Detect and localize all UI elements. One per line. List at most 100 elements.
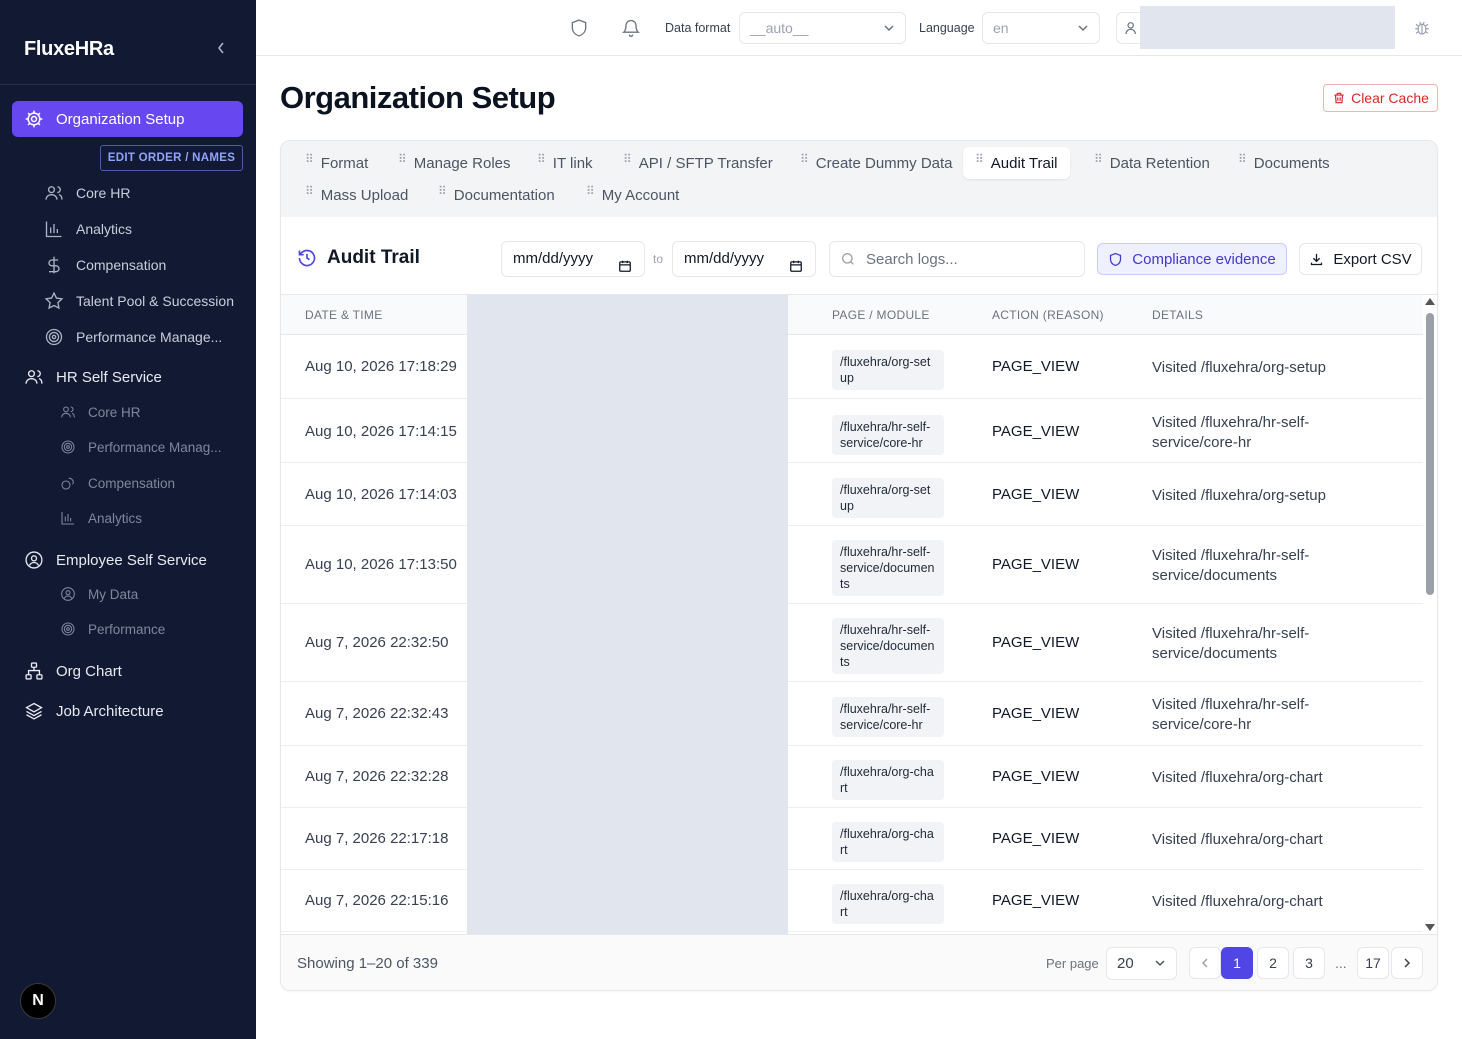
compliance-evidence-button[interactable]: Compliance evidence (1097, 243, 1287, 275)
drag-handle-icon[interactable]: ⠿ (1238, 152, 1247, 166)
page-button-17[interactable]: 17 (1357, 947, 1389, 979)
tab-documentation[interactable]: ⠿ Documentation (438, 179, 555, 211)
date-to-input[interactable]: mm/dd/yyyy (672, 241, 816, 277)
notifications-button[interactable] (621, 18, 641, 43)
tab-label: Manage Roles (413, 154, 511, 172)
scrollbar-thumb[interactable] (1426, 313, 1434, 595)
per-page-select[interactable]: 20 (1106, 947, 1177, 980)
sidebar-subitem-performance-ess[interactable]: Performance (60, 621, 165, 637)
clear-cache-button[interactable]: Clear Cache (1323, 84, 1438, 112)
shield-button[interactable] (569, 18, 589, 43)
column-header-details[interactable]: DETAILS (1152, 308, 1203, 322)
scroll-down-arrow[interactable] (1425, 924, 1435, 931)
page-button-3[interactable]: 3 (1293, 947, 1325, 979)
org-chart-icon (25, 662, 43, 680)
tab-data-retention[interactable]: ⠿ Data Retention (1094, 147, 1210, 179)
export-csv-label: Export CSV (1333, 250, 1412, 268)
sidebar-subitem-my-data[interactable]: My Data (60, 586, 138, 602)
data-format-label: Data format (665, 21, 731, 35)
sidebar-item-org-chart[interactable]: Org Chart (24, 661, 122, 681)
drag-handle-icon[interactable]: ⠿ (398, 152, 407, 166)
calendar-icon[interactable] (618, 252, 632, 286)
drag-handle-icon[interactable]: ⠿ (623, 152, 632, 166)
sidebar-item-analytics[interactable]: Analytics (44, 219, 132, 239)
sidebar-item-label: Performance Manage... (76, 329, 223, 345)
column-header-date[interactable]: DATE & TIME (305, 308, 383, 322)
sidebar-item-talent-pool[interactable]: Talent Pool & Succession (44, 291, 234, 311)
sidebar-item-label: Organization Setup (56, 110, 185, 128)
tab-mass-upload[interactable]: ⠿ Mass Upload (305, 179, 408, 211)
sidebar-item-core-hr[interactable]: Core HR (44, 183, 130, 203)
user-circle-icon (25, 551, 43, 569)
table-row[interactable]: Aug 10, 2026 17:13:50 /fluxehra/hr-self-… (281, 526, 1423, 604)
drag-handle-icon[interactable]: ⠿ (800, 152, 809, 166)
bell-icon (622, 19, 640, 37)
sidebar-subitem-core-hr[interactable]: Core HR (60, 404, 141, 420)
row-datetime: Aug 7, 2026 22:32:50 (305, 634, 449, 651)
language-select[interactable]: en (982, 12, 1100, 44)
sidebar-item-organization-setup[interactable]: Organization Setup (12, 101, 243, 137)
sidebar-item-compensation[interactable]: Compensation (44, 255, 166, 275)
table-row[interactable]: Aug 7, 2026 22:15:16 /fluxehra/org-chart… (281, 870, 1423, 932)
trash-icon (1334, 92, 1344, 104)
table-row[interactable]: Aug 10, 2026 17:18:29 /fluxehra/org-setu… (281, 336, 1423, 399)
search-logs-input[interactable]: Search logs... (829, 241, 1085, 277)
calendar-icon[interactable] (789, 252, 803, 286)
tab-manage-roles[interactable]: ⠿ Manage Roles (398, 147, 511, 179)
table-row[interactable]: Aug 10, 2026 17:14:03 /fluxehra/org-setu… (281, 463, 1423, 526)
sidebar-item-hr-self-service[interactable]: HR Self Service (24, 367, 162, 387)
table-footer: Showing 1–20 of 339 Per page 20 1 2 3 ..… (281, 934, 1437, 990)
table-row[interactable]: Aug 7, 2026 22:32:28 /fluxehra/org-chart… (281, 746, 1423, 808)
row-action: PAGE_VIEW (992, 768, 1080, 785)
table-row[interactable]: Aug 7, 2026 22:17:18 /fluxehra/org-chart… (281, 808, 1423, 870)
tab-audit-trail[interactable]: ⠿ Audit Trail (963, 147, 1070, 179)
drag-handle-icon[interactable]: ⠿ (975, 152, 984, 166)
prev-page-button[interactable] (1189, 947, 1221, 979)
chevron-left-icon (217, 42, 224, 54)
sidebar-subitem-performance[interactable]: Performance Manag... (60, 439, 222, 455)
edit-order-names-button[interactable]: EDIT ORDER / NAMES (100, 145, 243, 171)
sidebar-item-employee-self-service[interactable]: Employee Self Service (24, 550, 207, 570)
row-datetime: Aug 10, 2026 17:14:15 (305, 423, 457, 440)
gear-icon (25, 110, 43, 128)
date-from-input[interactable]: mm/dd/yyyy (501, 241, 645, 277)
sidebar-item-job-architecture[interactable]: Job Architecture (24, 701, 164, 721)
settings-tabs: ⠿ Format ⠿ Manage Roles ⠿ IT link ⠿ API / SF… (281, 141, 1437, 217)
tab-label: Create Dummy Data (815, 154, 953, 172)
table-row[interactable]: Aug 7, 2026 22:32:43 /fluxehra/hr-self-s… (281, 682, 1423, 746)
table-row[interactable]: Aug 10, 2026 17:14:15 /fluxehra/hr-self-… (281, 399, 1423, 463)
table-row[interactable]: Aug 7, 2026 22:32:50 /fluxehra/hr-self-s… (281, 604, 1423, 682)
drag-handle-icon[interactable]: ⠿ (586, 184, 595, 198)
page-button-1[interactable]: 1 (1221, 947, 1253, 979)
drag-handle-icon[interactable]: ⠿ (305, 152, 314, 166)
sidebar-subitem-compensation[interactable]: Compensation (60, 475, 175, 491)
sidebar-item-label: Compensation (76, 257, 167, 273)
drag-handle-icon[interactable]: ⠿ (1094, 152, 1103, 166)
dev-indicator-badge[interactable]: N (20, 983, 56, 1019)
export-csv-button[interactable]: Export CSV (1299, 243, 1422, 275)
tab-api-sftp-transfer[interactable]: ⠿ API / SFTP Transfer (623, 147, 773, 179)
debug-button[interactable] (1413, 19, 1431, 42)
collapse-sidebar-button[interactable] (212, 40, 230, 58)
tab-my-account[interactable]: ⠿ My Account (586, 179, 679, 211)
redacted-user-info (1140, 6, 1395, 49)
users-icon (45, 186, 63, 200)
column-header-action[interactable]: ACTION (REASON) (992, 308, 1104, 322)
data-format-select[interactable]: __auto__ (739, 12, 906, 44)
sidebar-item-label: Talent Pool & Succession (76, 293, 234, 309)
scroll-up-arrow[interactable] (1425, 298, 1435, 305)
tab-create-dummy-data[interactable]: ⠿ Create Dummy Data (800, 147, 953, 179)
drag-handle-icon[interactable]: ⠿ (438, 184, 447, 198)
drag-handle-icon[interactable]: ⠿ (537, 152, 546, 166)
tab-format[interactable]: ⠿ Format (305, 147, 368, 179)
tab-it-link[interactable]: ⠿ IT link (537, 147, 593, 179)
sidebar-item-performance-management[interactable]: Performance Manage... (44, 327, 222, 347)
column-header-module[interactable]: PAGE / MODULE (832, 308, 930, 322)
drag-handle-icon[interactable]: ⠿ (305, 184, 314, 198)
date-to-value: mm/dd/yyyy (684, 250, 765, 267)
row-action: PAGE_VIEW (992, 634, 1080, 651)
next-page-button[interactable] (1391, 947, 1423, 979)
page-button-2[interactable]: 2 (1257, 947, 1289, 979)
sidebar-subitem-analytics[interactable]: Analytics (60, 510, 142, 526)
tab-documents[interactable]: ⠿ Documents (1238, 147, 1330, 179)
